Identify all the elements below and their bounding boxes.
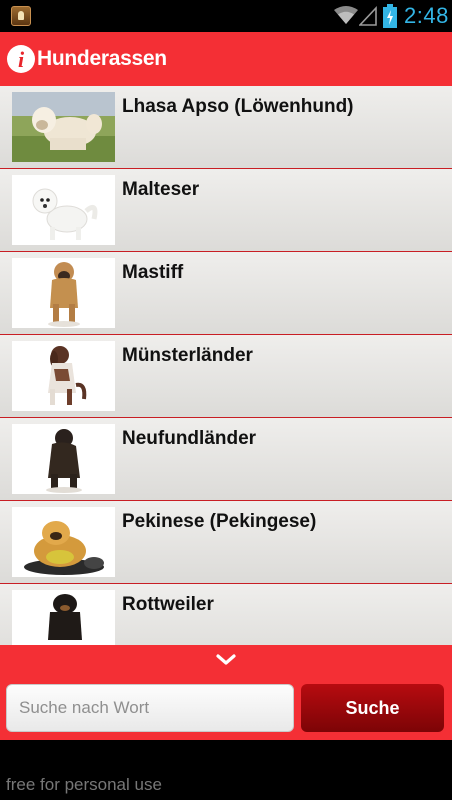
list-item[interactable]: Malteser [0,169,452,252]
list-item[interactable]: Lhasa Apso (Löwenhund) [0,86,452,169]
list-item-label: Pekinese (Pekingese) [122,511,317,532]
lhasa-apso-thumbnail [12,92,115,162]
pekingese-thumbnail [12,507,115,577]
munsterlander-thumbnail [12,341,115,411]
footer: free for personal use [0,740,452,800]
list-item-label: Neufundländer [122,428,257,449]
mastiff-thumbnail [12,258,115,328]
list-item-label: Rottweiler [122,594,214,615]
list-item[interactable]: Neufundländer [0,418,452,501]
signal-icon [359,6,377,26]
chevron-down-icon[interactable] [215,653,237,667]
battery-charging-icon [383,4,397,28]
newfoundland-thumbnail [12,424,115,494]
info-icon[interactable]: i [7,45,35,73]
list-item[interactable]: Mastiff [0,252,452,335]
page-title: Hunderassen [37,47,167,70]
list-item-label: Lhasa Apso (Löwenhund) [122,96,354,117]
search-button[interactable]: Suche [301,684,444,732]
search-panel: Suche [0,645,452,740]
list-item[interactable]: Münsterländer [0,335,452,418]
clock: 2:48 [404,3,449,28]
maltese-thumbnail [12,175,115,245]
rottweiler-thumbnail [12,590,115,645]
list-item-label: Mastiff [122,262,184,283]
search-input[interactable] [6,684,294,732]
action-bar: i Hunderassen [0,32,452,86]
list-item-label: Münsterländer [122,345,253,366]
wifi-icon [334,6,358,24]
breed-list[interactable]: Lhasa Apso (Löwenhund) Malteser Mastiff … [0,86,452,645]
status-bar: 2:48 [0,0,452,32]
list-item[interactable]: Pekinese (Pekingese) [0,501,452,584]
list-item[interactable]: Rottweiler [0,584,452,645]
app-notification-icon [11,6,31,26]
list-item-label: Malteser [122,179,200,200]
footer-text: free for personal use [6,775,162,794]
